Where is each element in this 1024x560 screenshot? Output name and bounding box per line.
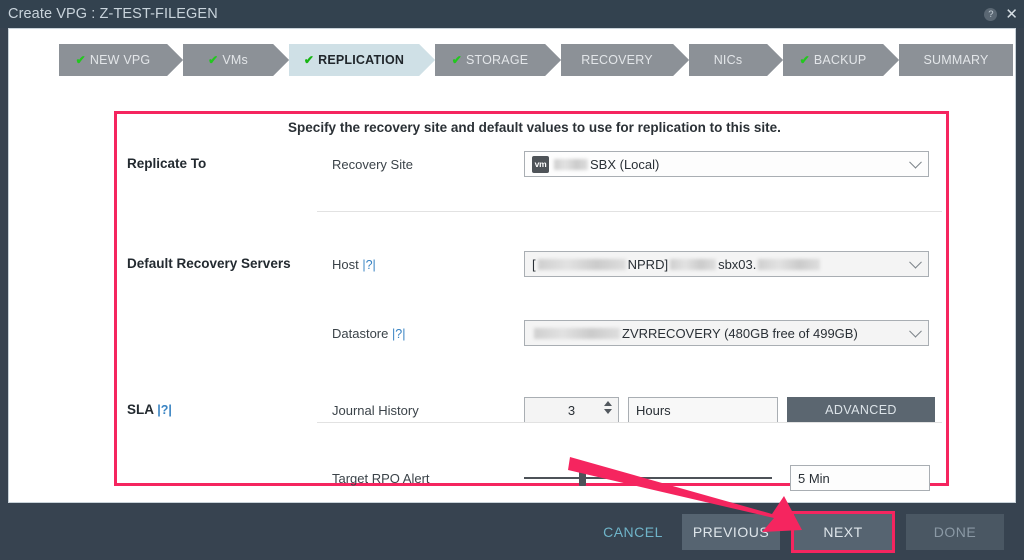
recovery-site-dropdown[interactable]: vm SBX (Local) [524, 151, 929, 177]
title-bar-actions: ? ✕ [984, 0, 1018, 28]
advanced-button[interactable]: ADVANCED [787, 397, 935, 423]
section-label-sla: SLA |?| [127, 402, 172, 417]
label-datastore: Datastore |?| [332, 326, 405, 341]
dialog-body: ✔ NEW VPG ✔ VMs ✔ REPLICATION ✔ STORAGE … [8, 28, 1016, 559]
slider-thumb[interactable] [578, 470, 586, 486]
host-control: [ NPRD] sbx03. [524, 251, 929, 277]
wizard-step-new-vpg[interactable]: ✔ NEW VPG [59, 44, 167, 76]
divider-2 [317, 422, 942, 423]
target-rpo-value-field[interactable]: 5 Min [790, 465, 930, 491]
label-datastore-text: Datastore [332, 326, 389, 341]
label-recovery-site: Recovery Site [332, 157, 413, 172]
journal-history-stepper[interactable]: 3 [524, 397, 619, 423]
wizard-step-nics[interactable]: NICs [689, 44, 767, 76]
section-label-default-recovery-servers: Default Recovery Servers [127, 256, 291, 271]
redacted-text [554, 158, 588, 170]
vm-badge-icon: vm [532, 155, 549, 173]
wizard-step-vms[interactable]: ✔ VMs [183, 44, 273, 76]
slider-track [524, 477, 772, 479]
journal-history-control: 3 Hours ADVANCED [524, 397, 935, 423]
next-button[interactable]: NEXT [791, 510, 895, 553]
wizard-step-label: SUMMARY [923, 53, 989, 67]
journal-history-value: 3 [567, 402, 576, 418]
wizard-step-label: RECOVERY [581, 53, 653, 67]
datastore-value: ZVRRECOVERY (480GB free of 499GB) [622, 325, 858, 341]
section-label-sla-text: SLA [127, 402, 154, 417]
journal-history-unit-value: Hours [636, 402, 671, 418]
done-button[interactable]: DONE [906, 513, 1004, 550]
stepper-up-icon[interactable] [604, 401, 612, 406]
check-icon: ✔ [303, 53, 315, 67]
redacted-text [534, 327, 620, 339]
check-icon: ✔ [799, 53, 810, 67]
check-icon: ✔ [75, 53, 86, 67]
host-value-mid: NPRD] [627, 256, 669, 272]
row-target-rpo-alert: Target RPO Alert 5 Min [117, 465, 952, 504]
title-bar: Create VPG : Z-TEST-FILEGEN ? ✕ [0, 0, 1024, 28]
replication-settings-highlight: Specify the recovery site and default va… [114, 111, 952, 559]
wizard-step-label: STORAGE [465, 53, 529, 67]
replication-form: Replicate To Recovery Site vm SBX (Local… [117, 144, 952, 559]
recovery-site-value: SBX (Local) [590, 156, 660, 172]
wizard-step-label: NICs [713, 53, 743, 67]
help-circle-icon[interactable]: ? [984, 7, 998, 21]
row-journal-history: SLA |?| Journal History 3 Hours ADVANCED [117, 397, 952, 436]
label-host-text: Host [332, 257, 359, 272]
page-title: Create VPG : Z-TEST-FILEGEN [8, 6, 218, 22]
recovery-site-control: vm SBX (Local) [524, 151, 929, 177]
chevron-down-icon [909, 324, 922, 338]
host-value-prefix: [ [532, 256, 536, 272]
datastore-dropdown[interactable]: ZVRRECOVERY (480GB free of 499GB) [524, 320, 929, 346]
chevron-down-icon [909, 155, 922, 169]
check-icon: ✔ [451, 53, 462, 67]
divider-1 [317, 211, 942, 212]
dialog-footer: CANCEL PREVIOUS NEXT DONE [0, 503, 1024, 560]
wizard-step-label: VMs [222, 53, 248, 67]
stepper-buttons [604, 401, 612, 414]
label-journal-history: Journal History [332, 403, 419, 418]
target-rpo-control: 5 Min [524, 465, 930, 491]
redacted-text [670, 258, 717, 270]
redacted-text [537, 258, 626, 270]
row-recovery-site: Replicate To Recovery Site vm SBX (Local… [117, 151, 952, 190]
label-host: Host |?| [332, 257, 376, 272]
check-icon: ✔ [208, 53, 219, 67]
previous-button[interactable]: PREVIOUS [682, 513, 780, 550]
row-datastore: Datastore |?| ZVRRECOVERY (480GB free of… [117, 320, 952, 359]
wizard-step-backup[interactable]: ✔ BACKUP [783, 44, 883, 76]
help-hint-icon[interactable]: |?| [157, 403, 172, 417]
create-vpg-dialog: Create VPG : Z-TEST-FILEGEN ? ✕ ✔ NEW VP… [0, 0, 1024, 560]
help-hint-icon[interactable]: |?| [362, 258, 375, 272]
cancel-button[interactable]: CANCEL [598, 514, 668, 550]
host-dropdown[interactable]: [ NPRD] sbx03. [524, 251, 929, 277]
close-icon[interactable]: ✕ [1005, 7, 1018, 22]
wizard-step-storage[interactable]: ✔ STORAGE [435, 44, 545, 76]
wizard-step-replication[interactable]: ✔ REPLICATION [289, 44, 419, 76]
help-hint-icon[interactable]: |?| [392, 327, 405, 341]
wizard-step-summary[interactable]: SUMMARY [899, 44, 1013, 76]
instructions-text: Specify the recovery site and default va… [288, 120, 781, 135]
wizard-steps: ✔ NEW VPG ✔ VMs ✔ REPLICATION ✔ STORAGE … [59, 44, 1013, 76]
section-label-replicate-to: Replicate To [127, 156, 207, 171]
wizard-step-label: BACKUP [813, 53, 867, 67]
wizard-step-label: NEW VPG [89, 53, 151, 67]
datastore-control: ZVRRECOVERY (480GB free of 499GB) [524, 320, 929, 346]
stepper-down-icon[interactable] [604, 409, 612, 414]
target-rpo-slider[interactable] [524, 465, 772, 491]
chevron-down-icon [909, 255, 922, 269]
host-value-suffix: sbx03. [718, 256, 757, 272]
journal-history-unit-dropdown[interactable]: Hours [628, 397, 778, 423]
row-host: Default Recovery Servers Host |?| [ NPRD… [117, 251, 952, 290]
redacted-text [758, 258, 821, 270]
wizard-step-recovery[interactable]: RECOVERY [561, 44, 673, 76]
wizard-step-label: REPLICATION [318, 53, 405, 67]
label-target-rpo-alert: Target RPO Alert [332, 471, 430, 486]
